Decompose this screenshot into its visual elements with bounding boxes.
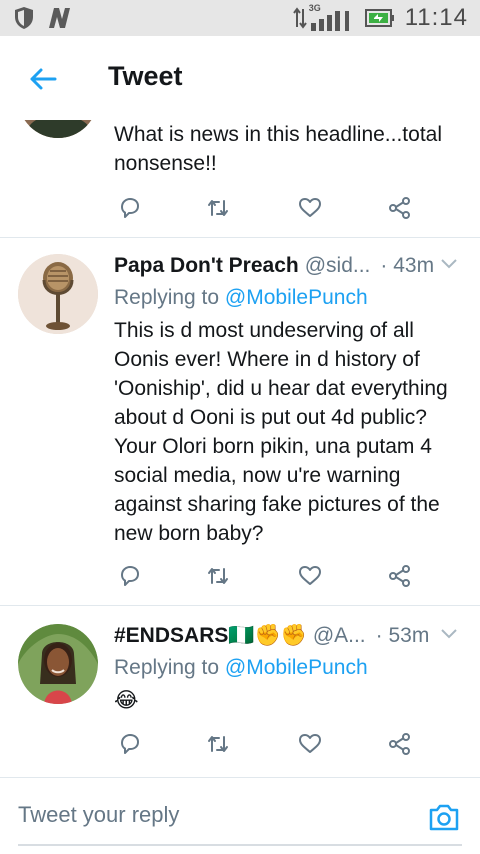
network-indicator: 3G: [292, 3, 355, 31]
status-bar-left: [14, 6, 72, 30]
data-arrows-icon: [292, 7, 307, 29]
user-handle[interactable]: @A...: [313, 624, 366, 648]
avatar[interactable]: [18, 254, 98, 334]
avatar[interactable]: [18, 120, 98, 138]
tweet-header: Papa Don't Preach @sid... · 43m: [114, 252, 464, 280]
mention-link[interactable]: @MobilePunch: [225, 286, 368, 309]
chevron-down-icon[interactable]: [440, 628, 458, 640]
tweet-time: · 53m: [375, 624, 430, 647]
tweet-time: · 43m: [380, 254, 435, 277]
battery-icon: [364, 9, 394, 27]
reply-icon[interactable]: [118, 196, 142, 220]
user-name[interactable]: Papa Don't Preach: [114, 254, 299, 278]
app-header: Tweet: [0, 36, 480, 120]
status-bar-right: 3G 11:14: [292, 3, 468, 32]
mention-link[interactable]: @MobilePunch: [225, 656, 368, 679]
tweet-header: #ENDSARS🇳🇬✊✊ @A... · 53m: [114, 622, 464, 650]
n-notification-icon: [49, 8, 70, 28]
share-icon[interactable]: [388, 196, 412, 220]
user-handle[interactable]: @sid...: [305, 254, 371, 278]
replying-to: Replying to @MobilePunch: [114, 654, 464, 682]
signal-icon: [310, 11, 349, 31]
tweet-item[interactable]: Papa Don't Preach @sid... · 43m Replying…: [0, 238, 480, 606]
camera-icon[interactable]: [428, 802, 460, 832]
tweet-actions: [118, 564, 410, 590]
reply-input[interactable]: [18, 802, 408, 828]
reply-input-underline: [18, 844, 462, 846]
avatar[interactable]: [18, 624, 98, 704]
replying-to-prefix: Replying to: [114, 286, 225, 309]
replying-to: Replying to @MobilePunch: [114, 284, 464, 312]
tweet-text: This is d most undeserving of all Oonis …: [114, 319, 448, 545]
reply-icon[interactable]: [118, 732, 142, 756]
reply-icon[interactable]: [118, 564, 142, 588]
tweet-text: What is news in this headline...total no…: [114, 123, 443, 175]
chevron-down-icon[interactable]: [440, 258, 458, 270]
tweet-item[interactable]: #ENDSARS🇳🇬✊✊ @A... · 53m Replying to @Mo…: [0, 606, 480, 776]
like-icon[interactable]: [298, 196, 322, 220]
status-time: 11:14: [404, 4, 468, 31]
shield-icon: [15, 7, 33, 29]
replies-feed[interactable]: What is news in this headline...total no…: [0, 120, 480, 776]
like-icon[interactable]: [298, 564, 322, 588]
tweet-body: #ENDSARS🇳🇬✊✊ @A... · 53m Replying to @Mo…: [114, 622, 464, 715]
tweet-item[interactable]: What is news in this headline...total no…: [0, 120, 480, 238]
tweet-actions: [118, 196, 410, 222]
tweet-actions: [118, 732, 410, 758]
user-name[interactable]: #ENDSARS🇳🇬✊✊: [114, 624, 307, 648]
back-arrow-icon[interactable]: [28, 64, 58, 94]
share-icon[interactable]: [388, 732, 412, 756]
like-icon[interactable]: [298, 732, 322, 756]
retweet-icon[interactable]: [206, 196, 230, 220]
tweet-body: What is news in this headline...total no…: [114, 120, 464, 178]
page-title: Tweet: [108, 61, 183, 91]
status-bar: 3G 11:14: [0, 0, 480, 36]
retweet-icon[interactable]: [206, 732, 230, 756]
replying-to-prefix: Replying to: [114, 656, 225, 679]
tweet-body: Papa Don't Preach @sid... · 43m Replying…: [114, 252, 464, 548]
share-icon[interactable]: [388, 564, 412, 588]
reply-composer: [0, 777, 480, 854]
tweet-text: 😂: [114, 689, 139, 712]
retweet-icon[interactable]: [206, 564, 230, 588]
